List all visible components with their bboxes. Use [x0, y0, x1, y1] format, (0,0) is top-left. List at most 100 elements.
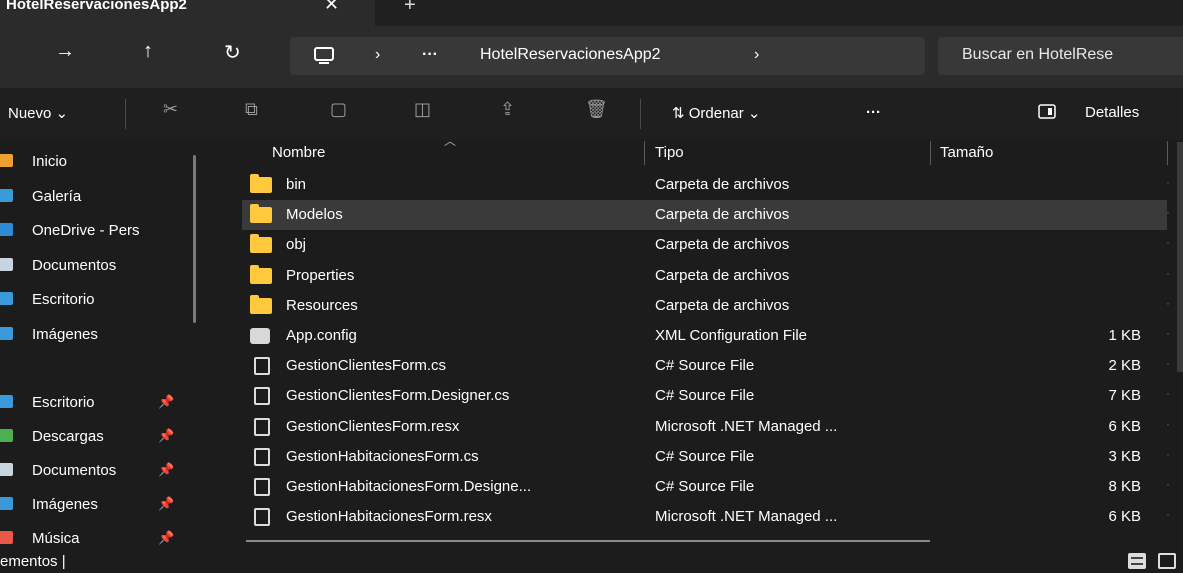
row-divider-dot: ·	[1166, 507, 1170, 522]
new-button[interactable]: Nuevo ⌄	[8, 104, 68, 122]
sidebar-item-icon	[0, 395, 13, 408]
file-row[interactable]: GestionClientesForm.cs C# Source File 2 KB…	[242, 351, 1170, 381]
sidebar-item-label: OneDrive - Pers	[32, 222, 140, 239]
column-divider[interactable]	[1167, 141, 1168, 165]
file-type: Carpeta de archivos	[655, 236, 790, 254]
tab-title: HotelReservacionesApp2	[6, 0, 187, 13]
row-divider-dot: ·	[1166, 175, 1170, 189]
status-bar	[0, 550, 1183, 573]
row-divider-dot: ·	[1166, 446, 1170, 461]
column-header-type[interactable]: Tipo	[655, 144, 684, 161]
share-icon[interactable]: ⇪	[500, 99, 515, 120]
file-row[interactable]: Properties Carpeta de archivos ·	[242, 261, 1170, 291]
folder-icon	[250, 174, 272, 193]
file-size: 2 KB	[1108, 357, 1141, 375]
file-row[interactable]: GestionClientesForm.resx Microsoft .NET M…	[242, 412, 1170, 442]
file-name: bin	[286, 176, 307, 193]
file-type: Carpeta de archivos	[655, 266, 790, 284]
sidebar-item-icon	[0, 292, 13, 305]
column-header-size[interactable]: Tamaño	[940, 144, 993, 161]
file-size: 6 KB	[1108, 417, 1141, 435]
delete-icon[interactable]: 🗑	[585, 99, 608, 120]
file-icon	[254, 447, 270, 466]
file-row[interactable]: Modelos Carpeta de archivos ·	[242, 200, 1170, 231]
row-divider-dot: ·	[1166, 295, 1170, 310]
details-view-icon[interactable]	[1128, 553, 1146, 569]
this-pc-icon[interactable]	[314, 47, 334, 65]
row-divider-dot: ·	[1166, 386, 1170, 401]
new-tab-icon[interactable]: +	[404, 0, 416, 17]
file-row[interactable]: GestionHabitacionesForm.cs C# Source File…	[242, 442, 1170, 472]
config-file-icon	[250, 328, 270, 344]
more-options-button[interactable]: ···	[866, 104, 881, 121]
column-divider[interactable]	[644, 141, 645, 165]
vertical-scrollbar[interactable]	[1177, 142, 1183, 372]
file-type: C# Source File	[655, 387, 755, 405]
file-row[interactable]: obj Carpeta de archivos ·	[242, 230, 1170, 260]
row-divider-dot: ·	[1166, 265, 1170, 280]
breadcrumb-separator-icon[interactable]: ›	[754, 46, 759, 64]
copy-icon[interactable]: ⧉	[245, 99, 258, 120]
pin-icon[interactable]: 📌	[158, 428, 174, 444]
tab-close-icon[interactable]: ✕	[324, 0, 339, 15]
sidebar-item-icon	[0, 154, 13, 167]
paste-icon[interactable]: ▢	[330, 99, 347, 120]
divider	[125, 99, 126, 129]
sidebar-item-icon	[0, 429, 13, 442]
horizontal-scrollbar[interactable]	[246, 540, 930, 542]
column-header-name[interactable]: Nombre	[272, 144, 325, 161]
search-placeholder: Buscar en HotelRese	[962, 46, 1114, 63]
file-row[interactable]: App.config XML Configuration File 1 KB ·	[242, 321, 1170, 351]
sort-button[interactable]: ⇅ Ordenar ⌄	[672, 104, 761, 122]
file-name: GestionHabitacionesForm.cs	[286, 447, 479, 465]
folder-icon	[250, 234, 272, 254]
file-name: obj	[286, 236, 307, 254]
sidebar-item-icon	[0, 257, 13, 271]
file-name: App.config	[286, 327, 357, 344]
sidebar-item-label: Escritorio	[32, 291, 95, 308]
file-name: GestionHabitacionesForm.resx	[286, 508, 492, 526]
folder-icon	[250, 294, 272, 314]
file-row[interactable]: GestionHabitacionesForm.resx Microsoft .N…	[242, 502, 1170, 532]
file-icon	[254, 478, 270, 496]
up-arrow-icon[interactable]: ↑	[143, 40, 153, 63]
file-name: Modelos	[286, 206, 343, 224]
row-divider-dot: ·	[1166, 477, 1170, 491]
file-type: Carpeta de archivos	[655, 206, 790, 224]
column-divider[interactable]	[930, 141, 931, 165]
file-row[interactable]: Resources Carpeta de archivos ·	[242, 291, 1170, 321]
breadcrumb-current-folder[interactable]: HotelReservacionesApp2	[480, 46, 661, 64]
row-divider-dot: ·	[1166, 205, 1170, 220]
forward-arrow-icon[interactable]: →	[55, 40, 75, 63]
pin-icon[interactable]: 📌	[158, 462, 174, 478]
file-type: Microsoft .NET Managed ...	[655, 508, 838, 526]
file-row[interactable]: GestionClientesForm.Designer.cs C# Source…	[242, 381, 1170, 411]
folder-icon	[250, 204, 272, 224]
sidebar-item-label: Documentos	[32, 256, 117, 274]
sidebar-item-icon	[0, 463, 13, 476]
details-button[interactable]: Detalles	[1085, 104, 1139, 121]
file-type: Carpeta de archivos	[655, 296, 790, 314]
details-pane-icon[interactable]	[1038, 104, 1056, 119]
folder-icon	[250, 264, 272, 284]
file-type: XML Configuration File	[655, 327, 808, 344]
pin-icon[interactable]: 📌	[158, 530, 174, 546]
file-row[interactable]: bin Carpeta de archivos ·	[242, 170, 1170, 200]
sidebar-scrollbar[interactable]	[193, 155, 196, 323]
sidebar-item-icon	[0, 531, 13, 544]
file-row[interactable]: GestionHabitacionesForm.Designe... C# Sou…	[242, 472, 1170, 502]
cut-icon[interactable]: ✂	[163, 99, 178, 120]
file-size: 8 KB	[1108, 478, 1141, 495]
sidebar-item-label: Imágenes	[32, 496, 98, 513]
sidebar-item-label: Inicio	[32, 153, 68, 170]
sidebar-item-label: Imágenes	[32, 325, 98, 343]
breadcrumb-more-button[interactable]: ···	[422, 46, 438, 64]
sidebar-item-icon	[0, 188, 13, 202]
tiles-view-icon[interactable]	[1158, 553, 1176, 569]
pin-icon[interactable]: 📌	[158, 394, 174, 410]
sidebar-item-label: Escritorio	[32, 394, 95, 411]
rename-icon[interactable]: ◫	[414, 99, 431, 120]
refresh-icon[interactable]: ↻	[224, 40, 241, 65]
sidebar-item-icon	[0, 497, 13, 510]
pin-icon[interactable]: 📌	[158, 496, 174, 512]
